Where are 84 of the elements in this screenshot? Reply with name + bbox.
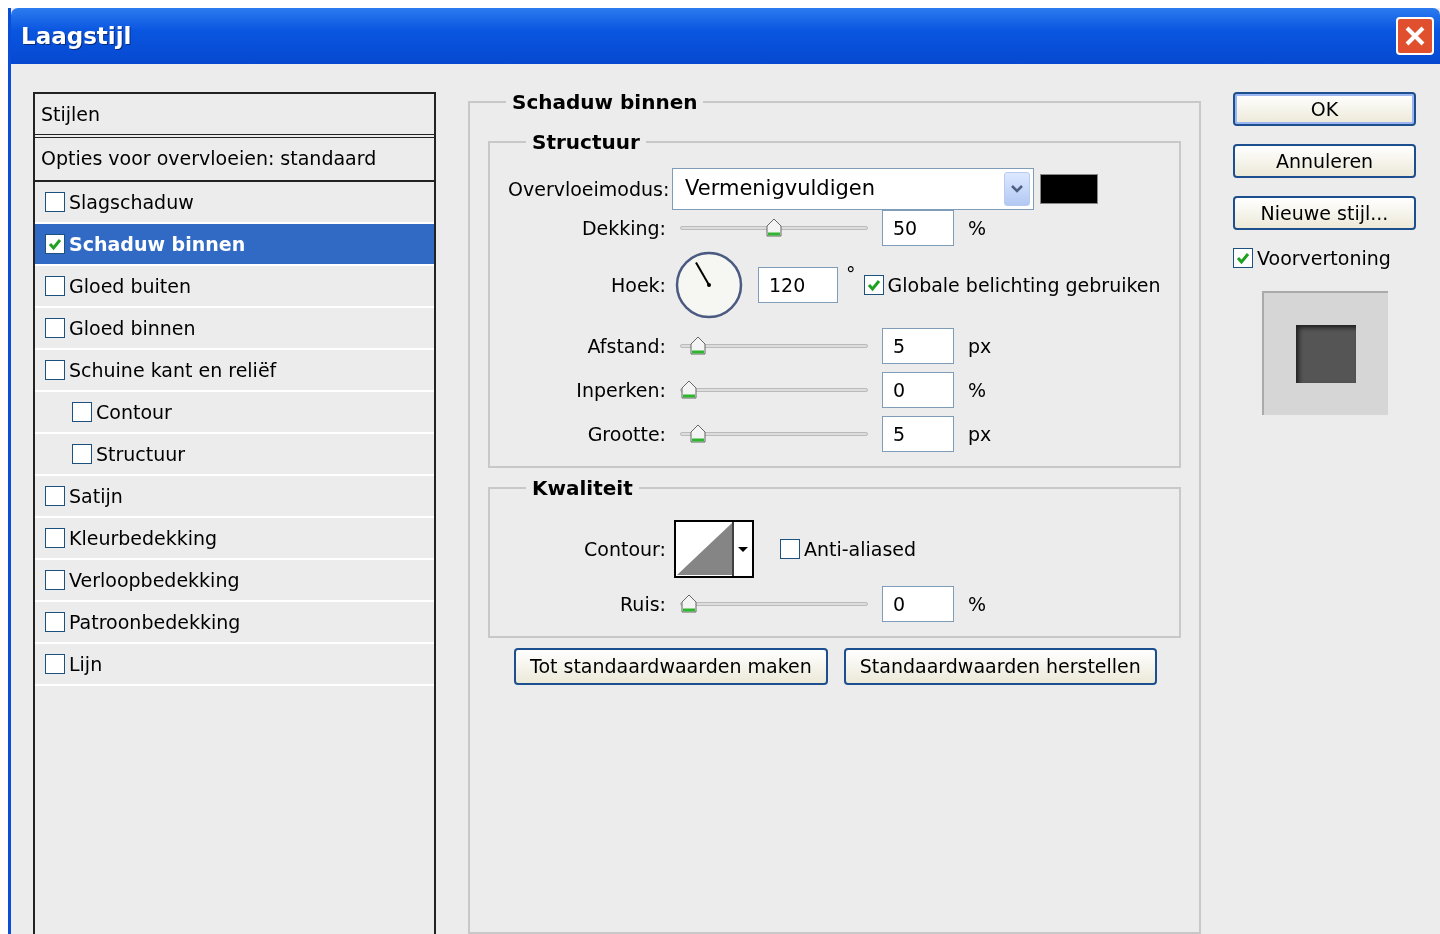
checkbox[interactable] [45,612,65,632]
blend-mode-dropdown[interactable]: Vermenigvuldigen [672,168,1034,210]
slider-thumb[interactable] [689,336,706,356]
window-title: Laagstijl [21,21,132,51]
style-list-item[interactable]: Structuur [35,434,434,476]
number-field[interactable]: 5 [882,328,954,364]
field-label: Overvloeimodus: [508,176,666,202]
checkbox[interactable] [863,275,884,295]
field-label: Afstand: [586,333,666,359]
style-label: Schaduw binnen [69,231,246,257]
checkbox[interactable] [780,539,800,559]
dialog-button[interactable]: Annuleren [1233,144,1416,178]
close-button[interactable] [1396,17,1434,55]
style-list-item[interactable]: Verloopbedekking [35,560,434,602]
style-label: Gloed binnen [69,315,196,341]
style-list-item[interactable]: Patroonbedekking [35,602,434,644]
unit-label: px [968,421,992,447]
style-label: Schuine kant en reliëf [69,357,277,383]
checkbox[interactable] [45,276,65,296]
color-swatch[interactable] [1040,174,1098,204]
field-label: Ruis: [619,591,666,617]
checkbox[interactable] [45,192,65,212]
checkbox-label: Voorvertoning [1257,246,1391,271]
style-label: Gloed buiten [69,273,191,299]
action-button[interactable]: Tot standaardwaarden maken [514,648,828,685]
group-title: Schaduw binnen [511,92,699,112]
panel-header: Stijlen [41,103,101,125]
field-label: Inperken: [575,377,666,403]
style-label: Lijn [69,651,103,677]
number-field[interactable]: 5 [882,416,954,452]
style-label: Patroonbedekking [69,609,241,635]
action-button[interactable]: Standaardwaarden herstellen [843,648,1157,685]
checkbox[interactable] [72,402,92,422]
field-label: Hoek: [610,272,666,298]
checkbox[interactable] [45,570,65,590]
checkbox[interactable] [45,234,65,254]
slider-thumb[interactable] [689,424,706,444]
style-label: Contour [96,399,172,425]
style-list-item[interactable]: Schaduw binnen [35,224,434,266]
checkbox[interactable] [1233,248,1253,269]
group-title: Structuur [531,132,641,152]
checkbox[interactable] [45,528,65,548]
checkbox-label: Anti-aliased [804,536,917,562]
field-label: Contour: [583,536,666,562]
dialog-button[interactable]: OK [1233,92,1416,126]
dialog-button[interactable]: Nieuwe stijl... [1233,196,1416,230]
style-list-item[interactable]: Gloed binnen [35,308,434,350]
slider-thumb[interactable] [681,380,697,400]
field-label: Grootte: [586,421,666,447]
style-list-item[interactable]: Gloed buiten [35,266,434,308]
style-label: Verloopbedekking [69,567,240,593]
number-field[interactable]: 0 [882,586,954,622]
number-field[interactable]: 120 [758,267,838,303]
field-label: Dekking: [580,215,666,241]
group-title: Kwaliteit [531,478,634,498]
checkbox[interactable] [45,360,65,380]
preview-square [1295,324,1356,383]
style-label: Slagschaduw [69,189,194,215]
contour-picker[interactable] [674,520,754,578]
unit-label: % [968,215,987,241]
style-label: Structuur [96,441,186,467]
style-label: Kleurbedekking [69,525,218,551]
unit-label: px [968,333,992,359]
slider-thumb[interactable] [766,218,782,238]
checkbox[interactable] [72,444,92,464]
slider-thumb[interactable] [681,594,697,614]
number-field[interactable]: 0 [882,372,954,408]
checkbox[interactable] [45,318,65,338]
number-field[interactable]: 50 [882,210,954,246]
close-icon [1404,25,1426,47]
style-list-item[interactable]: Contour [35,392,434,434]
style-list-item[interactable]: Lijn [35,644,434,686]
checkbox[interactable] [45,654,65,674]
style-list-item[interactable]: Schuine kant en reliëf [35,350,434,392]
checkbox[interactable] [45,486,65,506]
unit-label: ° [846,262,856,287]
unit-label: % [968,377,987,403]
unit-label: % [968,591,987,617]
checkbox-label: Globale belichting gebruiken [887,272,1161,298]
style-list-item[interactable]: Kleurbedekking [35,518,434,560]
blend-options-item[interactable]: Opties voor overvloeien: standaard [41,147,377,169]
style-list-item[interactable]: Satijn [35,476,434,518]
style-label: Satijn [69,483,123,509]
angle-dial[interactable] [674,250,744,320]
